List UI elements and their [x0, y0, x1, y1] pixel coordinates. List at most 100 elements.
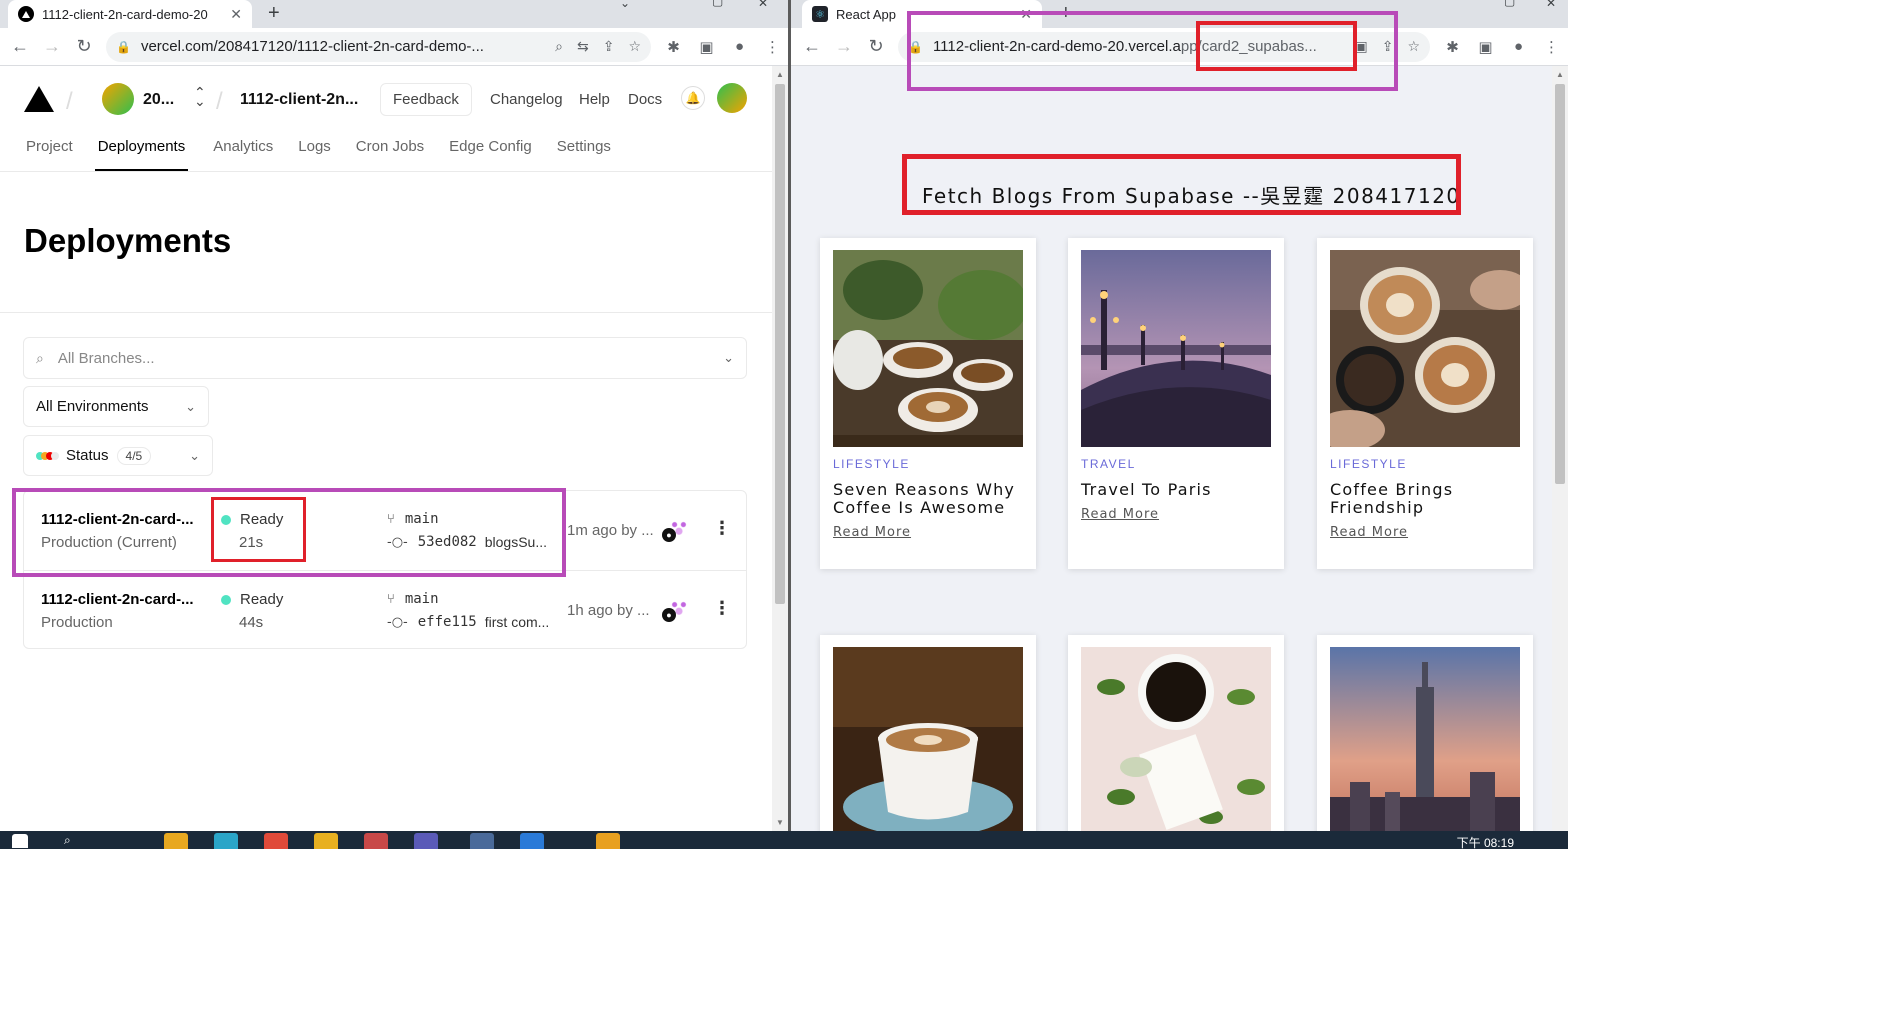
tab-logs[interactable]: Logs [298, 138, 331, 171]
cast-icon[interactable]: ▣ [1354, 38, 1367, 55]
reload-icon[interactable]: ↻ [68, 36, 100, 57]
chevron-down-icon[interactable]: ⌄ [620, 0, 630, 10]
read-more-link[interactable]: Read More [833, 525, 911, 540]
team-name[interactable]: 20... [143, 91, 174, 109]
commit-hash: 53ed082 [417, 534, 477, 550]
close-tab-icon[interactable]: ✕ [1020, 6, 1032, 23]
scrollbar-thumb[interactable] [775, 84, 785, 604]
scroll-up-icon[interactable]: ▲ [1556, 70, 1564, 79]
tab-cron-jobs[interactable]: Cron Jobs [356, 138, 424, 171]
project-name[interactable]: 1112-client-2n... [240, 91, 358, 109]
address-bar[interactable]: 🔒 vercel.com/208417120/1112-client-2n-ca… [106, 31, 651, 62]
read-more-link[interactable]: Read More [1330, 525, 1408, 540]
deployment-branch[interactable]: ⑂ main [387, 591, 439, 607]
maximize-icon[interactable]: ▢ [712, 0, 723, 8]
system-clock[interactable]: 下午 08:19 [1457, 834, 1514, 851]
app-icon[interactable] [314, 833, 338, 849]
scrollbar-thumb[interactable] [1555, 84, 1565, 484]
environment-select[interactable]: All Environments ⌄ [23, 386, 209, 427]
profile-icon[interactable]: ● [723, 38, 756, 55]
blog-card: TRAVEL Travel To Paris Read More [1068, 238, 1284, 569]
deployment-row[interactable]: 1112-client-2n-card-... Production Ready… [24, 570, 746, 649]
file-explorer-icon[interactable] [164, 833, 188, 849]
author-avatar[interactable]: ● [662, 598, 690, 622]
app-icon[interactable] [364, 833, 388, 849]
deployment-commit[interactable]: -○- 53ed082 blogsSu... [387, 534, 547, 550]
more-actions-icon[interactable]: ⋮ [713, 518, 731, 539]
deployment-row[interactable]: 1112-client-2n-card-... Production (Curr… [24, 491, 746, 570]
side-panel-icon[interactable]: ▣ [1469, 38, 1502, 56]
search-icon[interactable]: ⌕ [64, 833, 88, 849]
card-title: Travel To Paris [1081, 480, 1212, 499]
new-tab-icon[interactable]: + [268, 2, 280, 25]
status-count-badge: 4/5 [116, 446, 152, 465]
address-url: vercel.com/208417120/1112-client-2n-card… [140, 38, 484, 55]
vercel-logo-icon[interactable] [24, 86, 54, 112]
changelog-link[interactable]: Changelog [490, 91, 563, 108]
help-link[interactable]: Help [579, 91, 610, 108]
user-avatar[interactable] [717, 83, 747, 113]
extensions-icon[interactable]: ✱ [657, 38, 690, 56]
read-more-link[interactable]: Read More [1081, 507, 1159, 522]
reload-icon[interactable]: ↻ [860, 36, 892, 57]
tab-deployments[interactable]: Deployments [94, 138, 189, 171]
menu-kebab-icon[interactable]: ⋮ [1535, 38, 1568, 56]
app-icon[interactable] [596, 833, 620, 849]
bell-icon[interactable]: 🔔 [681, 86, 705, 110]
new-tab-icon[interactable]: + [1060, 2, 1072, 25]
taipei-101-image [1330, 647, 1520, 831]
deployment-name[interactable]: 1112-client-2n-card-... [41, 591, 194, 608]
back-icon[interactable]: ← [4, 36, 36, 57]
deployment-commit[interactable]: -○- effe115 first com... [387, 614, 549, 630]
branch-search-input[interactable]: ⌕ All Branches... ⌄ [23, 337, 747, 379]
browser-tab-vercel[interactable]: 1112-client-2n-card-demo-20 ✕ [8, 0, 252, 28]
windows-start-icon[interactable] [12, 834, 28, 848]
search-icon[interactable]: ⌕ [555, 38, 563, 55]
scrollbar[interactable]: ▲ ▼ [772, 66, 788, 831]
app-icon[interactable] [470, 833, 494, 849]
share-icon[interactable]: ⇪ [1382, 38, 1394, 55]
close-window-icon[interactable]: ✕ [758, 0, 768, 10]
ready-dot-icon [221, 594, 231, 605]
teams-icon[interactable] [414, 833, 438, 849]
forward-icon[interactable]: → [828, 36, 860, 57]
extensions-icon[interactable]: ✱ [1436, 38, 1469, 56]
close-window-icon[interactable]: ✕ [1546, 0, 1556, 10]
tab-settings[interactable]: Settings [557, 138, 611, 171]
profile-icon[interactable]: ● [1502, 38, 1535, 55]
author-avatar[interactable]: ● [662, 518, 690, 542]
feedback-button[interactable]: Feedback [380, 83, 472, 116]
more-actions-icon[interactable]: ⋮ [713, 598, 731, 619]
scrollbar[interactable]: ▲ [1552, 66, 1568, 831]
tab-analytics[interactable]: Analytics [213, 138, 273, 171]
deployment-branch[interactable]: ⑂ main [387, 511, 439, 527]
forward-icon[interactable]: → [36, 36, 68, 57]
vercel-header: / 20... ⌃ ⌄ / 1112-client-2n... Feedback … [0, 66, 772, 172]
browser-tab-react[interactable]: ⚛ React App ✕ [802, 0, 1042, 28]
menu-kebab-icon[interactable]: ⋮ [756, 38, 789, 56]
tab-edge-config[interactable]: Edge Config [449, 138, 532, 171]
deployment-name[interactable]: 1112-client-2n-card-... [41, 511, 194, 528]
bookmark-star-icon[interactable]: ☆ [628, 38, 641, 55]
git-branch-icon: ⑂ [387, 511, 395, 527]
chrome-browser-icon[interactable] [264, 833, 288, 849]
share-icon[interactable]: ⇪ [603, 38, 615, 55]
team-avatar[interactable] [102, 83, 134, 115]
tab-project[interactable]: Project [26, 138, 73, 171]
address-bar[interactable]: 🔒 1112-client-2n-card-demo-20.vercel.app… [898, 31, 1430, 62]
translate-icon[interactable]: ⇆ [577, 38, 589, 55]
tab-strip: 1112-client-2n-card-demo-20 ✕ + ⌄ ▢ ✕ [0, 0, 789, 28]
back-icon[interactable]: ← [796, 36, 828, 57]
maximize-icon[interactable]: ▢ [1504, 0, 1515, 8]
status-filter[interactable]: Status 4/5 ⌄ [23, 435, 213, 476]
edge-browser-icon[interactable] [214, 833, 238, 849]
close-tab-icon[interactable]: ✕ [230, 6, 242, 23]
side-panel-icon[interactable]: ▣ [690, 38, 723, 56]
scroll-up-icon[interactable]: ▲ [776, 70, 784, 79]
team-switcher-icon[interactable]: ⌃ ⌄ [194, 85, 206, 108]
lock-icon: 🔒 [908, 39, 923, 54]
scroll-down-icon[interactable]: ▼ [776, 818, 784, 827]
docs-link[interactable]: Docs [628, 91, 662, 108]
bookmark-star-icon[interactable]: ☆ [1407, 38, 1420, 55]
vscode-icon[interactable] [520, 833, 544, 849]
